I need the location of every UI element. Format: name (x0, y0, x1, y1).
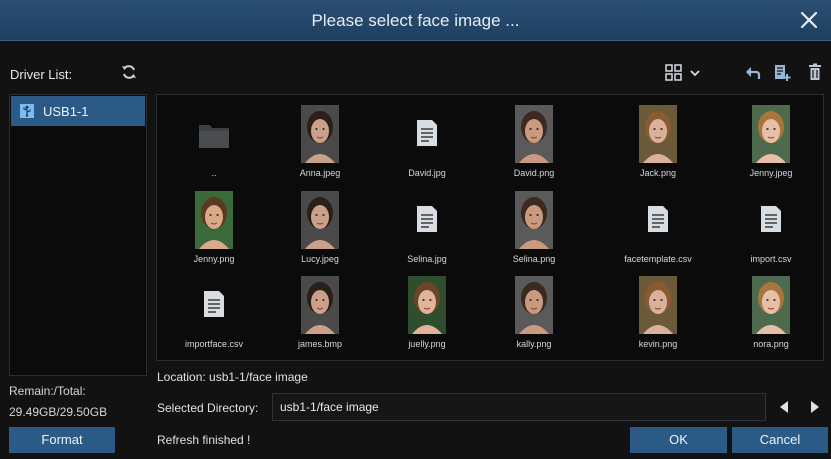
cancel-button[interactable]: Cancel (732, 427, 828, 453)
file-name: .. (211, 168, 217, 178)
grid-view-icon (665, 64, 682, 81)
file-item[interactable]: David.jpg (377, 101, 477, 186)
dialog-title: Please select face image ... (311, 11, 520, 30)
trash-icon[interactable] (808, 63, 822, 81)
face-image-thumbnail (515, 191, 553, 249)
document-icon (761, 206, 781, 232)
remain-label: Remain:/Total: (9, 384, 86, 398)
face-image-thumbnail (301, 191, 339, 249)
face-image-thumbnail (195, 191, 233, 249)
view-mode-dropdown[interactable] (665, 64, 702, 81)
document-icon (648, 206, 668, 232)
format-button[interactable]: Format (9, 427, 115, 453)
face-image-thumbnail (639, 276, 677, 334)
driver-list-label: Driver List: (10, 67, 73, 82)
refresh-icon[interactable] (121, 64, 137, 80)
usb-icon (20, 104, 34, 118)
file-item[interactable]: David.png (484, 101, 584, 186)
folder-icon (199, 125, 229, 148)
document-icon (204, 291, 224, 317)
file-item[interactable]: kally.png (484, 272, 584, 357)
driver-list[interactable]: USB1-1 (9, 94, 147, 376)
face-image-thumbnail (639, 105, 677, 163)
file-item[interactable]: Jenny.jpeg (721, 101, 821, 186)
drive-label: USB1-1 (43, 103, 89, 119)
file-item[interactable]: Jenny.png (164, 187, 264, 272)
file-item[interactable]: facetemplate.csv (608, 187, 708, 272)
face-image-thumbnail (752, 276, 790, 334)
face-image-thumbnail (301, 276, 339, 334)
file-name: importface.csv (184, 339, 244, 349)
file-name: james.bmp (297, 339, 342, 349)
file-name: Jenny.jpeg (749, 168, 793, 178)
file-name: Jack.png (639, 168, 677, 178)
selected-directory-label: Selected Directory: (157, 401, 259, 415)
file-item[interactable]: importface.csv (164, 272, 264, 357)
file-item[interactable]: import.csv (721, 187, 821, 272)
selected-directory-input[interactable] (272, 393, 766, 421)
prev-page-icon[interactable] (778, 400, 790, 414)
location-path: Location: usb1-1/face image (157, 370, 308, 384)
file-name: Lucy.jpeg (301, 254, 339, 264)
back-icon[interactable] (745, 66, 761, 80)
status-message: Refresh finished ! (157, 433, 251, 447)
file-item[interactable]: Selina.png (484, 187, 584, 272)
face-image-thumbnail (515, 105, 553, 163)
face-image-thumbnail (515, 276, 553, 334)
next-page-icon[interactable] (809, 400, 821, 414)
file-item[interactable]: kevin.png (608, 272, 708, 357)
document-icon (417, 120, 437, 146)
file-grid[interactable]: .. Anna.jpeg David.jpg David.png Jack.png Jen… (156, 94, 824, 361)
face-image-thumbnail (752, 105, 790, 163)
face-image-thumbnail (301, 105, 339, 163)
file-item[interactable]: Jack.png (608, 101, 708, 186)
file-item[interactable]: .. (164, 101, 264, 186)
file-name: Selina.png (512, 254, 556, 264)
file-name: nora.png (753, 339, 789, 349)
drive-item-usb1-1[interactable]: USB1-1 (11, 96, 145, 126)
remain-value: 29.49GB/29.50GB (9, 405, 108, 419)
file-item[interactable]: nora.png (721, 272, 821, 357)
file-name: kevin.png (638, 339, 678, 349)
file-name: Selina.jpg (407, 254, 447, 264)
ok-button[interactable]: OK (630, 427, 727, 453)
file-item[interactable]: Selina.jpg (377, 187, 477, 272)
file-name: facetemplate.csv (624, 254, 692, 264)
file-item[interactable]: james.bmp (270, 272, 370, 357)
file-name: juelly.png (408, 339, 446, 349)
file-name: Anna.jpeg (299, 168, 341, 178)
file-name: import.csv (750, 254, 792, 264)
document-icon (417, 206, 437, 232)
file-item[interactable]: juelly.png (377, 272, 477, 357)
file-name: Jenny.png (193, 254, 235, 264)
close-icon[interactable] (797, 8, 821, 32)
file-name: kally.png (516, 339, 552, 349)
add-file-icon[interactable] (773, 64, 791, 82)
file-item[interactable]: Anna.jpeg (270, 101, 370, 186)
chevron-down-icon (690, 69, 700, 76)
file-name: David.jpg (408, 168, 446, 178)
face-image-thumbnail (408, 276, 446, 334)
title-bar: Please select face image ... (0, 0, 831, 41)
file-item[interactable]: Lucy.jpeg (270, 187, 370, 272)
file-name: David.png (513, 168, 555, 178)
